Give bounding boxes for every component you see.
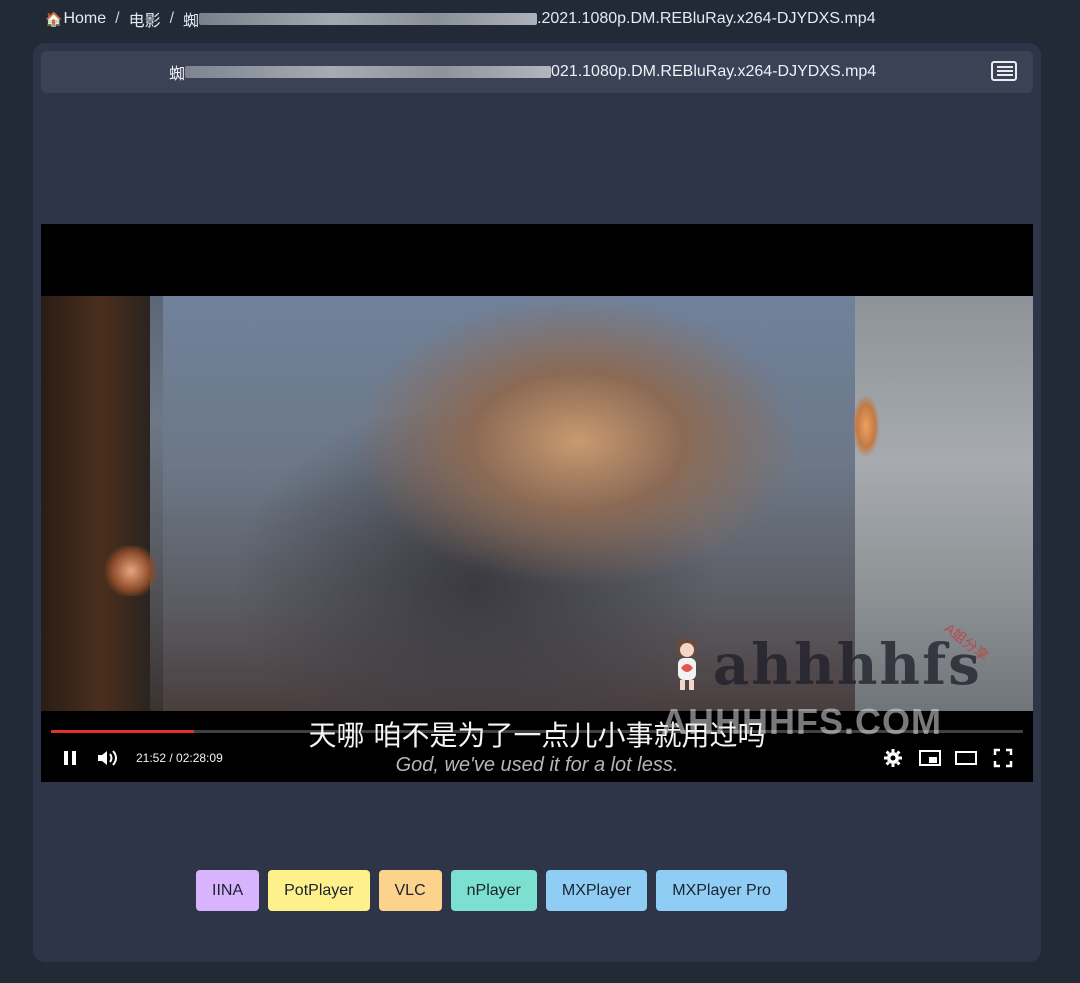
house-icon[interactable]: 🏠 — [45, 11, 62, 28]
breadcrumb-file-prefix: 蜘 — [183, 13, 200, 30]
file-title: 蜘 021.1080p.DM.REBluRay.x264-DJYDXS.mp4 — [169, 51, 876, 93]
breadcrumb-separator: / — [115, 10, 120, 27]
mxplayer-pro-button[interactable]: MXPlayer Pro — [656, 870, 787, 911]
watermark-text: ahhhhfs — [713, 632, 982, 698]
breadcrumb: 🏠 Home / 电影 / 蜘 .2021.1080p.DM.REBluRay.… — [45, 8, 876, 30]
theater-icon — [955, 751, 977, 765]
volume-icon — [98, 750, 117, 766]
time-display: 21:52 / 02:28:09 — [136, 751, 223, 765]
video-controls: 21:52 / 02:28:09 — [41, 741, 1033, 777]
progress-bar[interactable] — [51, 730, 1023, 733]
nplayer-button[interactable]: nPlayer — [450, 870, 537, 911]
breadcrumb-file-suffix: .2021.1080p.DM.REBluRay.x264-DJYDXS.mp4 — [537, 10, 876, 27]
watermark-girl-icon — [677, 638, 697, 690]
pip-icon — [919, 750, 941, 766]
watermark-logo: ahhhhfs A姐分享 — [669, 620, 999, 712]
potplayer-button[interactable]: PotPlayer — [268, 870, 370, 911]
breadcrumb-home-link[interactable]: Home — [63, 10, 106, 28]
progress-fill — [51, 730, 194, 733]
settings-button[interactable] — [883, 741, 903, 775]
playlist-icon[interactable] — [991, 61, 1017, 81]
file-title-suffix: 021.1080p.DM.REBluRay.x264-DJYDXS.mp4 — [551, 63, 877, 80]
volume-button[interactable] — [97, 741, 119, 775]
theater-mode-button[interactable] — [955, 741, 977, 775]
picture-in-picture-button[interactable] — [919, 741, 941, 775]
pause-icon — [64, 751, 76, 765]
mxplayer-button[interactable]: MXPlayer — [545, 870, 648, 911]
video-player[interactable]: ahhhhfs A姐分享 天哪 咱不是为了一点儿小事就用过吗 AHHHHFS.C… — [41, 224, 1033, 782]
fullscreen-icon — [993, 748, 1013, 768]
breadcrumb-separator: / — [169, 10, 175, 27]
pause-button[interactable] — [61, 741, 79, 775]
iina-button[interactable]: IINA — [196, 870, 260, 911]
file-title-prefix: 蜘 — [169, 66, 186, 83]
breadcrumb-folder-link[interactable]: 电影 — [129, 7, 161, 31]
redacted-text-bar — [199, 13, 538, 25]
external-player-buttons: IINA PotPlayer VLC nPlayer MXPlayer MXPl… — [196, 870, 787, 911]
fullscreen-button[interactable] — [993, 741, 1013, 775]
gear-icon — [884, 749, 902, 767]
watermark-url: AHHHHFS.COM — [661, 701, 942, 742]
file-title-bar: 蜘 021.1080p.DM.REBluRay.x264-DJYDXS.mp4 — [41, 51, 1033, 93]
player-card: 蜘 021.1080p.DM.REBluRay.x264-DJYDXS.mp4 — [33, 43, 1041, 962]
redacted-text-bar — [185, 66, 552, 78]
vlc-button[interactable]: VLC — [378, 870, 442, 911]
